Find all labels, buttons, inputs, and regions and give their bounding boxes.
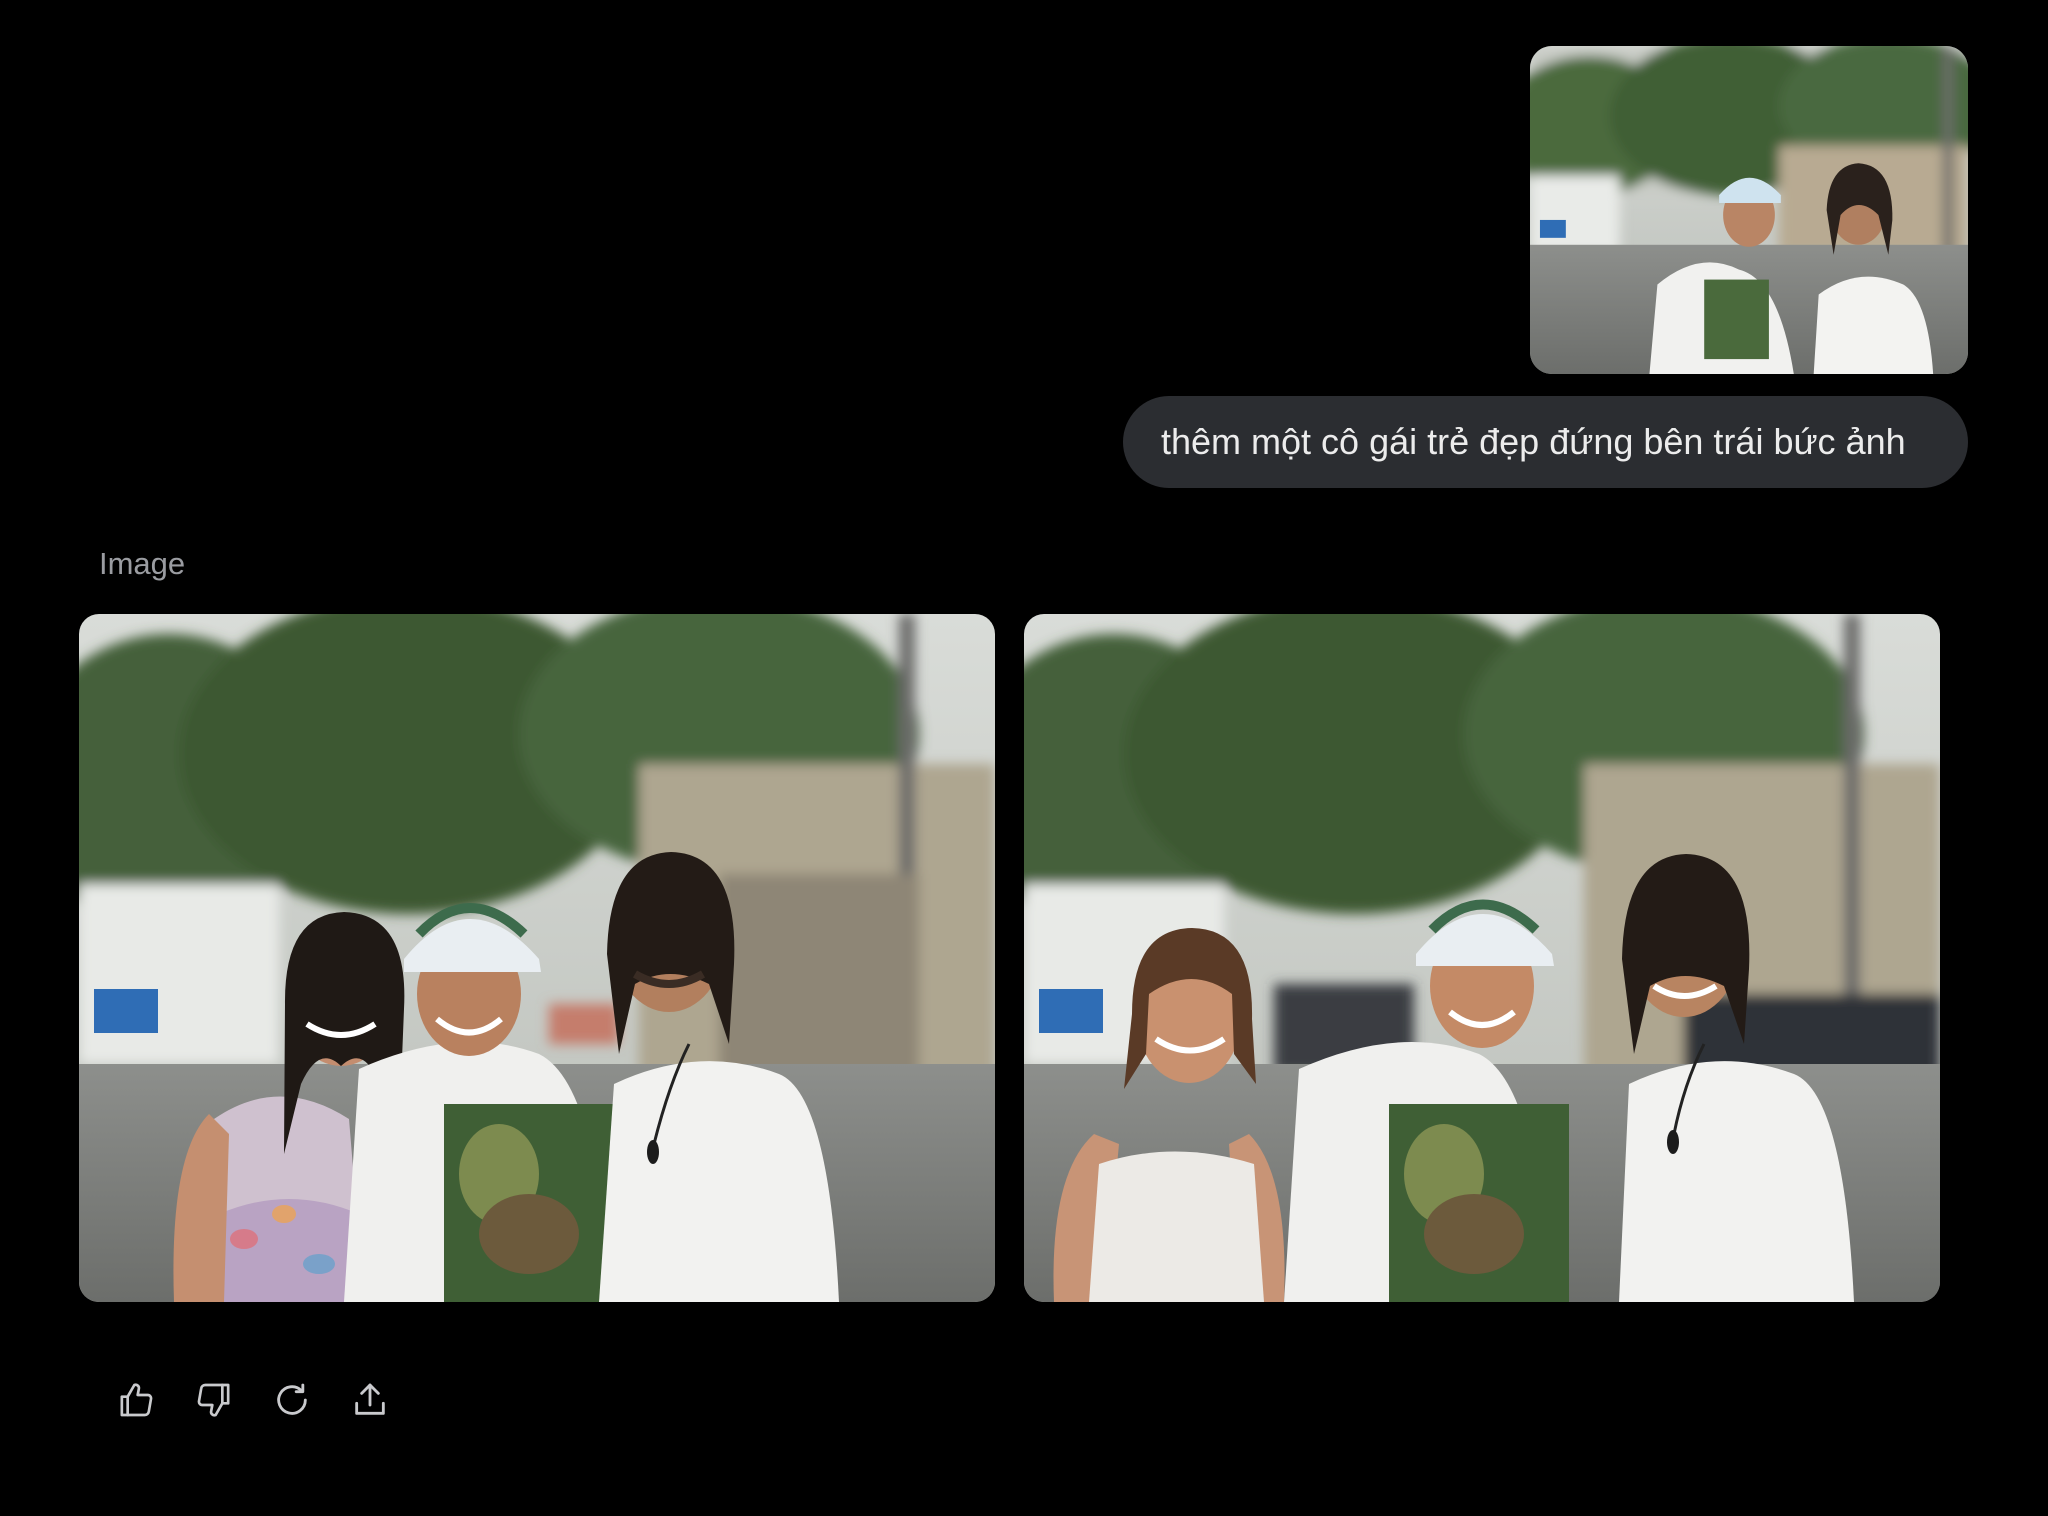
response-action-bar — [112, 1376, 394, 1424]
thumbs-down-button[interactable] — [190, 1376, 238, 1424]
thumbs-down-icon — [197, 1383, 230, 1417]
regenerate-icon — [277, 1383, 307, 1415]
thumbs-up-button[interactable] — [112, 1376, 160, 1424]
user-message-text: thêm một cô gái trẻ đẹp đứng bên trái bứ… — [1161, 421, 1906, 462]
regenerate-button[interactable] — [268, 1376, 316, 1424]
share-icon — [355, 1383, 385, 1415]
response-type-label: Image — [99, 546, 186, 581]
generated-photo-1 — [79, 614, 995, 1302]
user-message-bubble: thêm một cô gái trẻ đẹp đứng bên trái bứ… — [1123, 396, 1968, 488]
thumbs-up-icon — [120, 1383, 153, 1417]
generated-image-2[interactable] — [1024, 614, 1940, 1302]
share-button[interactable] — [346, 1376, 394, 1424]
user-attachment-image[interactable] — [1530, 46, 1968, 374]
generated-image-1[interactable] — [79, 614, 995, 1302]
generated-photo-2 — [1024, 614, 1940, 1302]
user-attachment-photo — [1530, 46, 1968, 374]
